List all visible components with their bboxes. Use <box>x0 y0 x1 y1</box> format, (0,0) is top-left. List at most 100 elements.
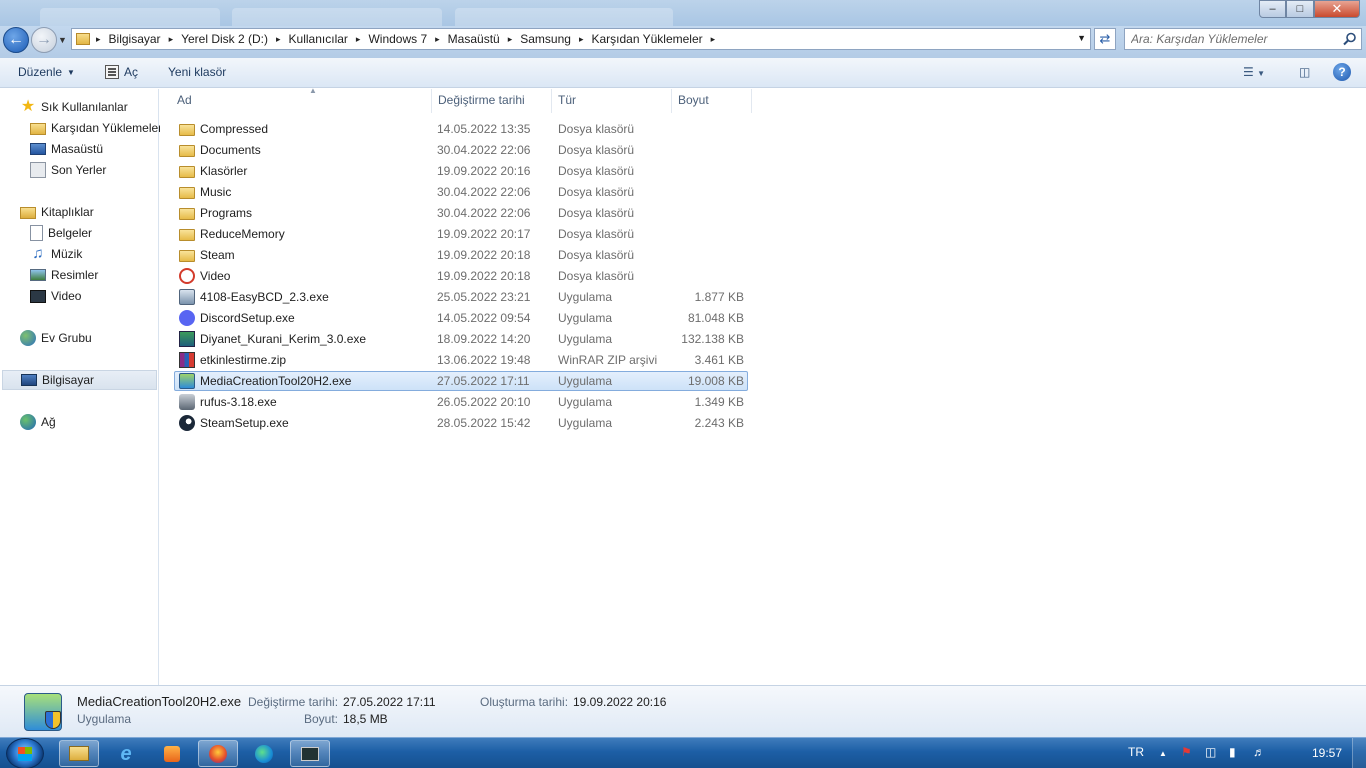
file-row[interactable]: SteamSetup.exe 28.05.2022 15:42 Uygulama 2.… <box>174 413 748 433</box>
breadcrumb-item[interactable]: Kullanıcılar <box>289 32 348 46</box>
search-input[interactable] <box>1125 29 1325 49</box>
sidebar-item-documents[interactable]: Belgeler <box>30 223 92 243</box>
sidebar-item-pictures[interactable]: Resimler <box>30 265 98 285</box>
file-type: Uygulama <box>558 311 613 325</box>
power-icon[interactable]: ◫ <box>1205 745 1216 759</box>
file-row[interactable]: Documents 30.04.2022 22:06 Dosya klasörü <box>174 140 748 160</box>
file-row[interactable]: Video 19.09.2022 20:18 Dosya klasörü <box>174 266 748 286</box>
recent-pages-dropdown[interactable]: ▼ <box>58 35 67 45</box>
breadcrumb-item[interactable]: Masaüstü <box>448 32 500 46</box>
close-button[interactable]: ✕ <box>1314 0 1360 18</box>
taskbar-media-player[interactable] <box>152 740 192 767</box>
file-row[interactable]: 4108-EasyBCD_2.3.exe 25.05.2022 23:21 Uygu… <box>174 287 748 307</box>
file-row[interactable]: MediaCreationTool20H2.exe 27.05.2022 17:1… <box>174 371 748 391</box>
address-history-dropdown[interactable]: ▼ <box>1077 33 1086 43</box>
title-bar: – □ ✕ <box>0 0 1366 26</box>
address-bar[interactable]: ▸ Bilgisayar ▸ Yerel Disk 2 (D:) ▸ Kulla… <box>71 28 1091 50</box>
maximize-button[interactable]: □ <box>1286 0 1314 18</box>
open-icon <box>105 65 119 79</box>
sidebar-item-desktop[interactable]: Masaüstü <box>30 139 103 159</box>
file-row[interactable]: Diyanet_Kurani_Kerim_3.0.exe 18.09.2022 1… <box>174 329 748 349</box>
breadcrumb-separator[interactable]: ▸ <box>276 34 281 45</box>
network-signal-icon[interactable]: ▮ <box>1229 745 1236 759</box>
homegroup-icon <box>20 330 36 346</box>
breadcrumb-separator[interactable]: ▸ <box>711 34 716 45</box>
file-row[interactable]: rufus-3.18.exe 26.05.2022 20:10 Uygulama 1.… <box>174 392 748 412</box>
start-button[interactable] <box>6 738 44 768</box>
sidebar-item-video[interactable]: Video <box>30 286 81 306</box>
view-options-button[interactable]: ☰ ▼ <box>1243 65 1265 79</box>
file-date: 19.09.2022 20:18 <box>437 269 531 283</box>
taskbar-internet-explorer[interactable]: e <box>106 740 146 767</box>
open-button[interactable]: Aç <box>105 65 138 79</box>
breadcrumb-separator[interactable]: ▸ <box>356 34 361 45</box>
minimize-button[interactable]: – <box>1259 0 1286 18</box>
breadcrumb-separator[interactable]: ▸ <box>579 34 584 45</box>
show-desktop-button[interactable] <box>1352 738 1366 768</box>
sidebar-item-recent-places[interactable]: Son Yerler <box>30 160 106 180</box>
file-date: 26.05.2022 20:10 <box>437 395 531 409</box>
breadcrumb-separator[interactable]: ▸ <box>169 34 174 45</box>
breadcrumb-item[interactable]: Windows 7 <box>368 32 427 46</box>
folder-icon <box>179 145 195 157</box>
file-row[interactable]: Klasörler 19.09.2022 20:16 Dosya klasörü <box>174 161 748 181</box>
sidebar-item-music[interactable]: ♫ Müzik <box>30 244 82 264</box>
breadcrumb-item[interactable]: Karşıdan Yüklemeler <box>591 32 702 46</box>
breadcrumb-separator[interactable]: ▸ <box>435 34 440 45</box>
file-row[interactable]: DiscordSetup.exe 14.05.2022 09:54 Uygulama… <box>174 308 748 328</box>
search-icon[interactable] <box>1343 32 1357 46</box>
clock[interactable]: 19:57 <box>1312 746 1342 760</box>
documents-icon <box>30 225 43 241</box>
search-box[interactable] <box>1124 28 1362 50</box>
explorer-icon <box>69 746 89 761</box>
file-type: Uygulama <box>558 416 613 430</box>
file-date: 30.04.2022 22:06 <box>437 206 531 220</box>
sidebar-item-favorites[interactable]: ★ Sık Kullanılanlar <box>20 97 128 117</box>
breadcrumb-item[interactable]: Samsung <box>520 32 571 46</box>
file-row[interactable]: Music 30.04.2022 22:06 Dosya klasörü <box>174 182 748 202</box>
file-name: Diyanet_Kurani_Kerim_3.0.exe <box>200 332 367 346</box>
sidebar-item-libraries[interactable]: Kitaplıklar <box>20 202 94 222</box>
taskbar-remote-desktop[interactable] <box>290 740 330 767</box>
column-header-date[interactable]: Değiştirme tarihi <box>432 89 552 113</box>
volume-icon[interactable]: ♬ <box>1253 745 1265 759</box>
new-folder-button[interactable]: Yeni klasör <box>168 65 226 79</box>
preview-pane-button[interactable]: ◫ <box>1299 65 1310 79</box>
language-indicator[interactable]: TR <box>1128 745 1144 759</box>
column-header-type[interactable]: Tür <box>552 89 672 113</box>
organize-button[interactable]: Düzenle ▼ <box>18 65 75 79</box>
file-row[interactable]: etkinlestirme.zip 13.06.2022 19:48 WinRAR … <box>174 350 748 370</box>
taskbar-edge[interactable] <box>244 740 284 767</box>
help-icon[interactable]: ? <box>1333 63 1351 81</box>
column-header-name[interactable]: ▲ Ad <box>172 86 432 113</box>
file-row[interactable]: Programs 30.04.2022 22:06 Dosya klasörü <box>174 203 748 223</box>
file-row[interactable]: Compressed 14.05.2022 13:35 Dosya klasörü <box>174 119 748 139</box>
libraries-icon <box>20 207 36 219</box>
action-center-icon[interactable]: ⚑ <box>1181 745 1192 759</box>
file-type: Uygulama <box>558 290 613 304</box>
show-hidden-icons-button[interactable]: ▲ <box>1159 749 1167 758</box>
taskbar: e TR ▲ ⚑ ◫ ▮ ♬ 19:57 <box>0 737 1366 768</box>
breadcrumb-item[interactable]: Yerel Disk 2 (D:) <box>181 32 268 46</box>
file-name: Compressed <box>200 122 269 136</box>
file-name: Klasörler <box>200 164 248 178</box>
sidebar-item-computer[interactable]: Bilgisayar <box>2 370 157 390</box>
breadcrumb-separator[interactable]: ▸ <box>508 34 513 45</box>
taskbar-firefox[interactable] <box>198 740 238 767</box>
sidebar-item-homegroup[interactable]: Ev Grubu <box>20 328 92 348</box>
sidebar-item-network[interactable]: Ağ <box>20 412 56 432</box>
background-tab <box>232 8 442 26</box>
sidebar-item-downloads[interactable]: Karşıdan Yüklemeler <box>30 118 162 138</box>
breadcrumb-item[interactable]: Bilgisayar <box>109 32 161 46</box>
file-row[interactable]: Steam 19.09.2022 20:18 Dosya klasörü <box>174 245 748 265</box>
uac-shield-icon <box>45 711 61 729</box>
file-type: Dosya klasörü <box>558 143 635 157</box>
file-size: 1.349 KB <box>694 395 744 409</box>
column-header-size[interactable]: Boyut <box>672 89 752 113</box>
taskbar-explorer[interactable] <box>59 740 99 767</box>
forward-button[interactable]: → <box>31 27 57 53</box>
file-row[interactable]: ReduceMemory 19.09.2022 20:17 Dosya klasör… <box>174 224 748 244</box>
refresh-button[interactable]: ⇄ <box>1094 28 1116 50</box>
breadcrumb-separator[interactable]: ▸ <box>96 34 101 45</box>
back-button[interactable]: ← <box>3 27 29 53</box>
